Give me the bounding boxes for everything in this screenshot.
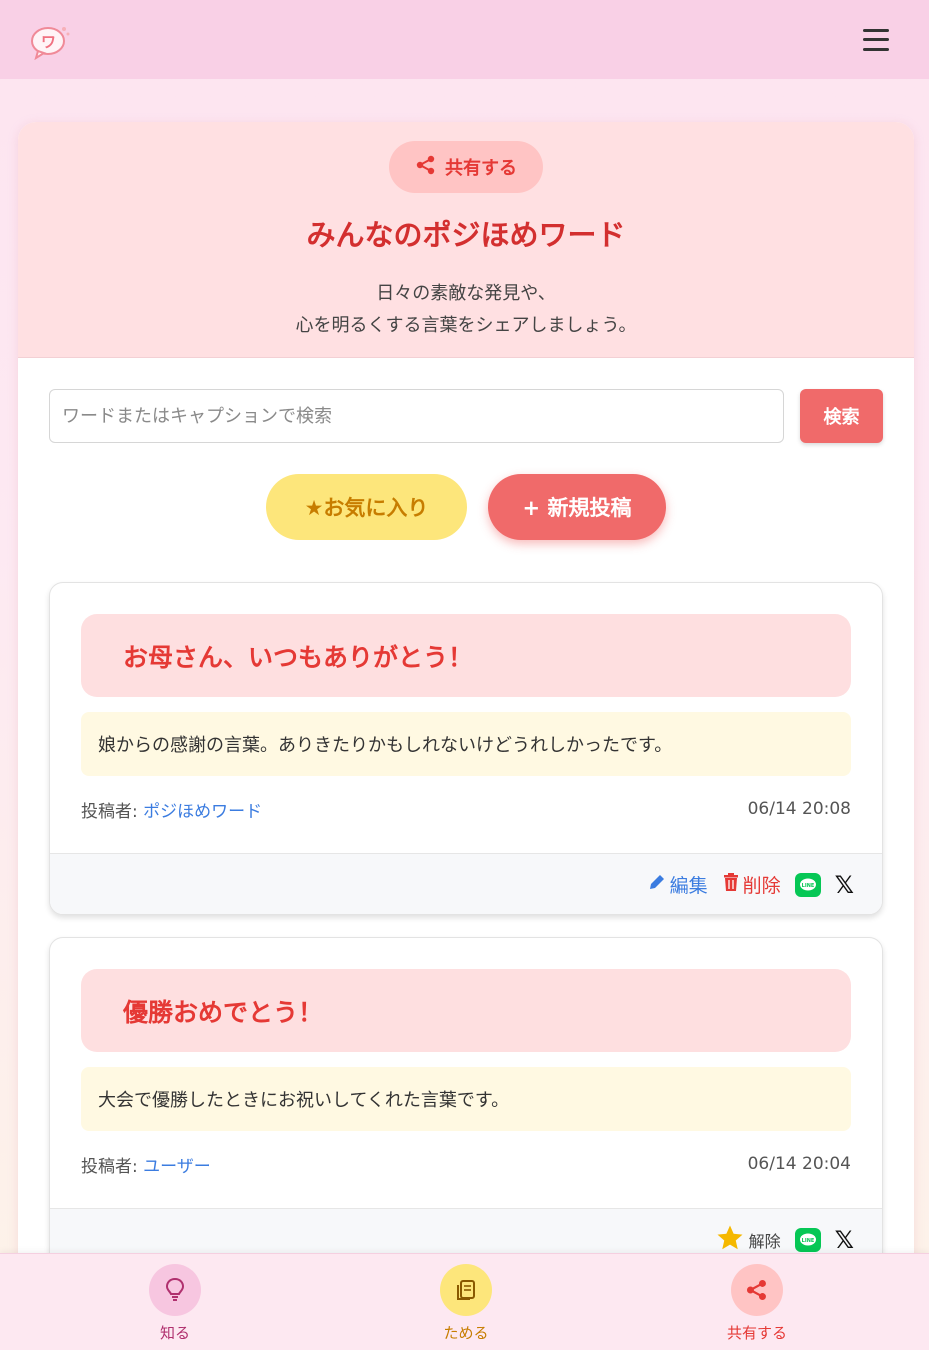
author-link[interactable]: ユーザー: [143, 1157, 211, 1177]
share-icon: [731, 1264, 783, 1316]
page-title: みんなのポジほめワード: [306, 218, 626, 252]
description-line-2: 心を明るくする言葉をシェアしましょう。: [295, 315, 637, 336]
line-share-icon[interactable]: LINE: [794, 872, 821, 897]
post-title: お母さん、いつもありがとう！: [81, 614, 851, 697]
post-card: 優勝おめでとう！ 大会で優勝したときにお祝いしてくれた言葉です。 投稿者: ユー…: [49, 937, 883, 1270]
post-caption: 娘からの感謝の言葉。ありきたりかもしれないけどうれしかったです。: [81, 712, 851, 776]
share-section-label: 共有する: [445, 158, 517, 179]
hero-section: 共有する みんなのポジほめワード 日々の素敵な発見や、 心を明るくする言葉をシェ…: [18, 122, 914, 358]
speech-bubble-logo-icon[interactable]: ワ: [28, 20, 72, 60]
lightbulb-icon: [149, 1264, 201, 1316]
share-section-badge: 共有する: [389, 141, 543, 193]
new-post-button[interactable]: + 新規投稿: [488, 474, 666, 540]
x-share-icon[interactable]: 𝕏: [835, 871, 854, 899]
post-author-line: 投稿者: ユーザー: [81, 1152, 211, 1177]
unfavorite-button[interactable]: 解除: [714, 1223, 781, 1257]
post-date: 06/14 20:08: [747, 799, 851, 819]
top-navbar: ワ: [0, 0, 929, 79]
favorites-button[interactable]: ★お気に入り: [266, 474, 467, 540]
nav-item-share[interactable]: 共有する: [707, 1264, 807, 1343]
search-bar: 検索: [49, 389, 883, 443]
trash-icon: [722, 872, 740, 897]
line-icon-text: LINE: [801, 1238, 814, 1244]
main-card: 共有する みんなのポジほめワード 日々の素敵な発見や、 心を明るくする言葉をシェ…: [18, 122, 914, 1350]
line-icon-text: LINE: [801, 883, 814, 889]
pencil-icon: [647, 872, 667, 897]
post-author-line: 投稿者: ポジほめワード: [81, 797, 262, 822]
author-prefix: 投稿者:: [81, 1156, 144, 1177]
post-meta: 投稿者: ポジほめワード 06/14 20:08: [81, 797, 851, 822]
edit-label: 編集: [669, 875, 708, 897]
nav-item-know[interactable]: 知る: [125, 1264, 225, 1343]
delete-button[interactable]: 削除: [722, 871, 781, 898]
author-link[interactable]: ポジほめワード: [143, 802, 262, 822]
search-button[interactable]: 検索: [800, 389, 883, 443]
nav-label-know: 知る: [159, 1324, 190, 1342]
post-caption: 大会で優勝したときにお祝いしてくれた言葉です。: [81, 1067, 851, 1131]
delete-label: 削除: [742, 875, 781, 897]
post-card: お母さん、いつもありがとう！ 娘からの感謝の言葉。ありきたりかもしれないけどうれ…: [49, 582, 883, 915]
share-icon: [415, 154, 437, 181]
notebook-icon: [440, 1264, 492, 1316]
post-meta: 投稿者: ユーザー 06/14 20:04: [81, 1152, 851, 1177]
nav-label-save: ためる: [443, 1324, 489, 1342]
nav-label-share: 共有する: [726, 1324, 787, 1342]
line-share-icon[interactable]: LINE: [794, 1227, 821, 1252]
bottom-navigation: 知る ためる 共有する: [0, 1253, 929, 1350]
edit-button[interactable]: 編集: [647, 871, 708, 898]
unfavorite-label: 解除: [748, 1231, 781, 1251]
x-share-icon[interactable]: 𝕏: [835, 1226, 854, 1254]
author-prefix: 投稿者:: [81, 801, 144, 822]
search-input[interactable]: [49, 389, 784, 443]
post-actions: 編集 削除 LINE 𝕏: [50, 853, 882, 914]
nav-item-save[interactable]: ためる: [416, 1264, 516, 1343]
svg-text:ワ: ワ: [41, 33, 56, 51]
post-title: 優勝おめでとう！: [81, 969, 851, 1052]
page-description: 日々の素敵な発見や、 心を明るくする言葉をシェアしましょう。: [18, 278, 914, 342]
hamburger-menu-icon[interactable]: [863, 28, 889, 51]
star-icon: [714, 1223, 746, 1257]
post-date: 06/14 20:04: [747, 1154, 851, 1174]
description-line-1: 日々の素敵な発見や、: [376, 283, 556, 304]
